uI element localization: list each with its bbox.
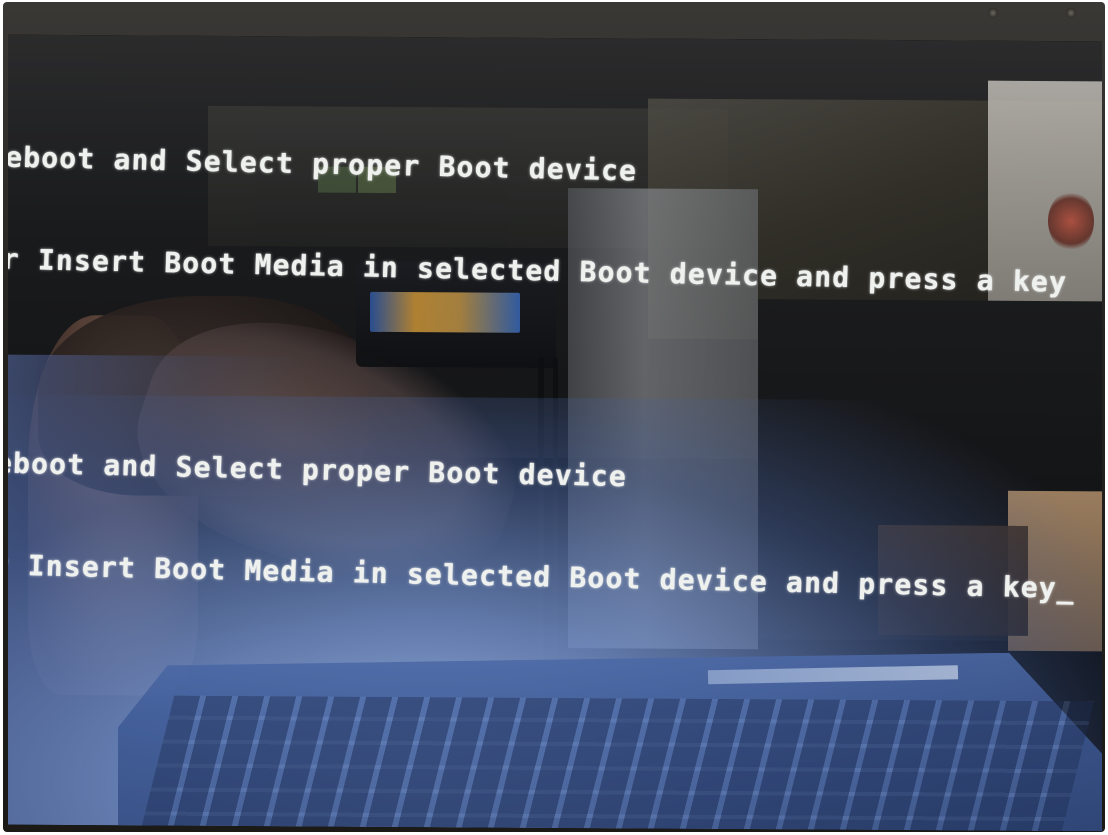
console-line: eboot and Select proper Boot device [8,446,628,494]
boot-error-console: eboot and Select proper Boot device r In… [8,73,1102,675]
console-line: eboot and Select proper Boot device [8,140,638,188]
photo-frame: eboot and Select proper Boot device r In… [0,0,1108,835]
laptop-keyboard-reflection [118,647,1102,831]
console-line: r Insert Boot Media in selected Boot dev… [8,242,1068,299]
text-cursor: _ [1056,571,1076,605]
bezel-screw-icon [988,8,998,18]
console-line: r Insert Boot Media in selected Boot dev… [8,548,1058,605]
bezel-screw-icon [1066,8,1076,18]
keyboard-keys-reflection [141,695,1095,832]
monitor-screen: eboot and Select proper Boot device r In… [8,34,1102,832]
console-last-line: r Insert Boot Media in selected Boot dev… [8,548,1086,606]
